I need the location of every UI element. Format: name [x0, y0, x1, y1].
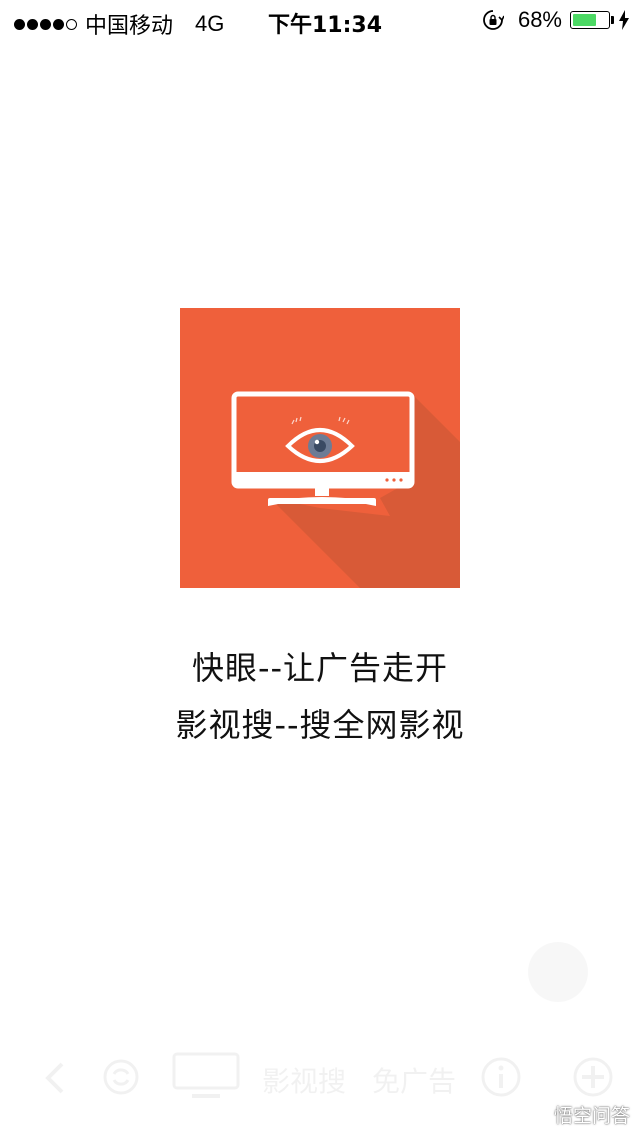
watermark: 悟空问答: [520, 1101, 630, 1128]
status-time: 下午11:34: [268, 13, 383, 38]
status-left: 中国移动 4G: [14, 8, 224, 40]
battery-icon: [570, 11, 610, 29]
signal-dot: [27, 18, 38, 30]
signal-dot: [53, 18, 64, 30]
toolbar-video-search[interactable]: 影视搜: [262, 1060, 346, 1100]
charging-bolt-icon: [619, 10, 629, 30]
slogan-line-1: 快眼--让广告走开: [191, 649, 449, 687]
carrier-name: 中国移动: [85, 14, 174, 39]
status-right: 68%: [482, 7, 630, 33]
battery-tip: [611, 16, 614, 24]
battery-percent: 68%: [517, 7, 562, 32]
wukong-logo-icon: [520, 1107, 550, 1124]
battery-fill: [573, 14, 597, 26]
floating-button-ghost: [528, 942, 588, 1002]
app-logo: [180, 308, 460, 588]
rotation-lock-icon: [483, 10, 504, 30]
info-icon[interactable]: [480, 1056, 522, 1098]
network-type: 4G: [195, 11, 225, 36]
back-icon[interactable]: [40, 1060, 70, 1096]
signal-dot: [40, 18, 51, 30]
tv-icon[interactable]: [172, 1052, 240, 1104]
monitor-eye-icon: [231, 391, 460, 588]
plus-icon[interactable]: [572, 1056, 614, 1098]
signal-strength-icon: [14, 18, 77, 30]
signal-dot: [14, 18, 25, 30]
slogan-line-2: 影视搜--搜全网影视: [175, 706, 465, 744]
refresh-icon[interactable]: [102, 1058, 140, 1096]
signal-dot-empty: [66, 18, 77, 30]
status-bar: 中国移动 4G 下午11:34 68%: [0, 0, 640, 40]
toolbar-no-ads[interactable]: 免广告: [372, 1060, 456, 1100]
watermark-text: 悟空问答: [553, 1105, 630, 1127]
